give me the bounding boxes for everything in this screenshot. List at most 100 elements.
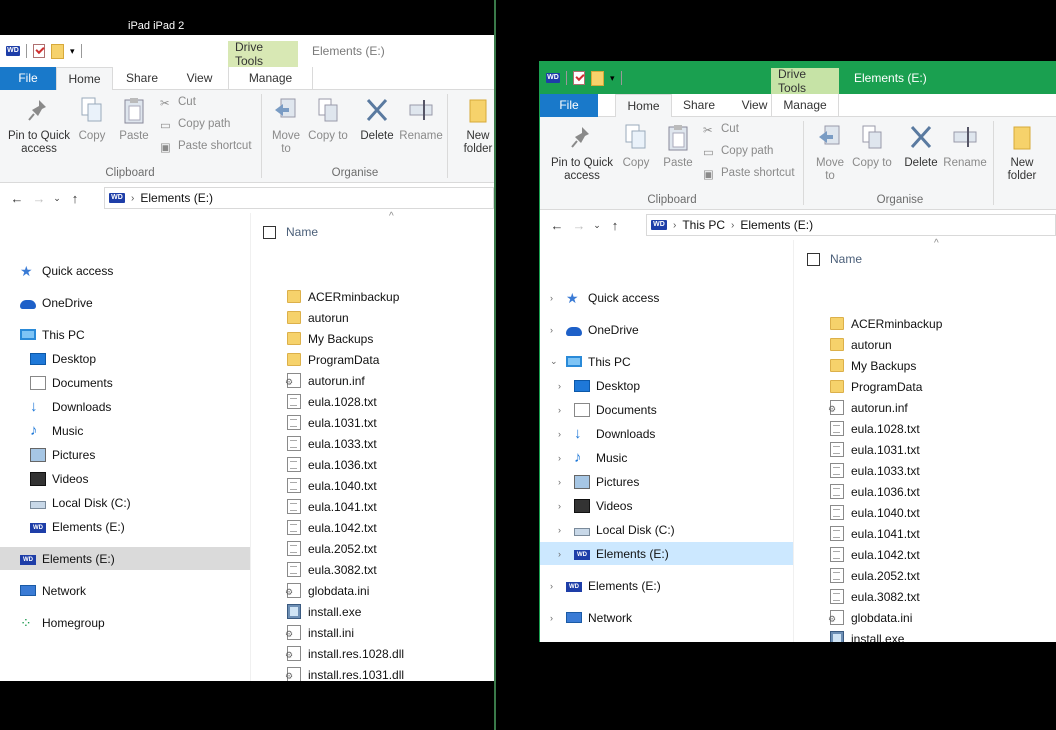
expand-chevron-icon[interactable]: › [558, 525, 561, 535]
tab-home[interactable]: Home [56, 67, 113, 91]
expand-chevron-icon[interactable]: › [558, 405, 561, 415]
file-list-item[interactable]: autorun [830, 334, 892, 355]
nav-item[interactable]: Documents [0, 371, 250, 394]
file-list-item[interactable]: ProgramData [287, 349, 379, 370]
breadcrumb-chevron-icon[interactable]: › [131, 193, 134, 204]
copy-to-button[interactable]: Copy to [852, 123, 892, 170]
nav-item[interactable]: Desktop [0, 347, 250, 370]
breadcrumb-item[interactable]: Elements (E:) [740, 218, 813, 232]
file-list-item[interactable]: My Backups [830, 355, 916, 376]
paste-button[interactable]: Paste [660, 123, 696, 170]
tab-manage[interactable]: Manage [771, 94, 839, 117]
file-list-item[interactable]: My Backups [287, 328, 373, 349]
paste-shortcut-button[interactable]: ▣ Paste shortcut [703, 167, 795, 181]
file-list-item[interactable]: eula.1042.txt [830, 544, 920, 565]
back-arrow-icon[interactable]: ← [6, 191, 28, 206]
nav-item[interactable]: › Pictures [540, 470, 793, 493]
copy-to-button[interactable]: Copy to [308, 96, 348, 143]
nav-item[interactable]: Network [0, 579, 250, 602]
nav-item[interactable]: › Videos [540, 494, 793, 517]
recent-locations-chevron-icon[interactable]: ⌄ [590, 220, 604, 231]
file-list-item[interactable]: ProgramData [830, 376, 922, 397]
recent-locations-chevron-icon[interactable]: ⌄ [50, 193, 64, 204]
nav-item[interactable]: Local Disk (C:) [0, 491, 250, 514]
file-list-item[interactable]: eula.2052.txt [830, 565, 920, 586]
file-list-item[interactable]: eula.1040.txt [287, 475, 377, 496]
expand-chevron-icon[interactable]: › [550, 581, 553, 591]
file-list-item[interactable]: install.res.1031.dll [285, 664, 404, 681]
file-list-item[interactable]: eula.1041.txt [830, 523, 920, 544]
tab-share[interactable]: Share [670, 94, 728, 117]
expand-chevron-icon[interactable]: › [550, 293, 553, 303]
file-list-item[interactable]: install.exe [287, 601, 361, 622]
nav-item[interactable]: Pictures [0, 443, 250, 466]
nav-item[interactable]: › Local Disk (C:) [540, 518, 793, 541]
new-folder-button[interactable]: New folder [456, 96, 494, 156]
file-list-item[interactable]: eula.1031.txt [287, 412, 377, 433]
new-folder-icon[interactable] [591, 70, 604, 86]
file-list-item[interactable]: install.exe [830, 628, 904, 642]
nav-item[interactable]: › ↓ Downloads [540, 422, 793, 445]
customize-toolbar-chevron-icon[interactable]: ▾ [610, 73, 615, 84]
new-folder-button[interactable]: New folder [1000, 123, 1044, 183]
copy-path-button[interactable]: ▭ Copy path [703, 145, 773, 159]
file-list-item[interactable]: autorun.inf [828, 397, 908, 418]
expand-chevron-icon[interactable]: › [550, 325, 553, 335]
file-list-item[interactable]: autorun.inf [285, 370, 365, 391]
nav-item[interactable]: WD Elements (E:) [0, 547, 250, 570]
tab-view[interactable]: View [171, 67, 228, 90]
address-bar[interactable]: WD › This PC › Elements (E:) [646, 214, 1056, 236]
expand-chevron-icon[interactable]: › [558, 429, 561, 439]
expand-chevron-icon[interactable]: › [558, 381, 561, 391]
file-list-item[interactable]: eula.1036.txt [287, 454, 377, 475]
rename-button[interactable]: Rename [398, 96, 444, 143]
file-list-item[interactable]: globdata.ini [828, 607, 912, 628]
file-list-item[interactable]: autorun [287, 307, 349, 328]
file-list-item[interactable]: eula.1028.txt [830, 418, 920, 439]
nav-item[interactable]: This PC [0, 323, 250, 346]
new-folder-icon[interactable] [51, 43, 64, 59]
file-list-item[interactable]: eula.1031.txt [830, 439, 920, 460]
nav-item[interactable]: › ★ Quick access [540, 286, 793, 309]
tab-share[interactable]: Share [113, 67, 171, 90]
nav-item[interactable]: ⌄ This PC [540, 350, 793, 373]
delete-button[interactable]: Delete [900, 123, 942, 170]
up-arrow-icon[interactable]: ↑ [604, 218, 626, 233]
nav-item[interactable]: WD Elements (E:) [0, 515, 250, 538]
file-list-item[interactable]: eula.1042.txt [287, 517, 377, 538]
file-list-item[interactable]: eula.1036.txt [830, 481, 920, 502]
customize-toolbar-chevron-icon[interactable]: ▾ [70, 46, 75, 57]
expand-chevron-icon[interactable]: › [558, 501, 561, 511]
nav-item[interactable]: ↓ Downloads [0, 395, 250, 418]
copy-button[interactable]: Copy [618, 123, 654, 170]
file-list-item[interactable]: eula.1041.txt [287, 496, 377, 517]
file-list-item[interactable]: install.ini [285, 622, 354, 643]
breadcrumb-chevron-icon[interactable]: › [731, 220, 734, 231]
nav-item[interactable]: Videos [0, 467, 250, 490]
nav-item[interactable]: › Documents [540, 398, 793, 421]
pin-to-quick-access-button[interactable]: Pin to Quick access [547, 123, 617, 183]
name-column-header[interactable]: Name [263, 221, 318, 243]
address-bar[interactable]: WD › Elements (E:) [104, 187, 494, 209]
forward-arrow-icon[interactable]: → [568, 218, 590, 233]
nav-item[interactable]: ★ Quick access [0, 259, 250, 282]
breadcrumb-item[interactable]: This PC [682, 218, 725, 232]
copy-path-button[interactable]: ▭ Copy path [160, 118, 230, 132]
delete-button[interactable]: Delete [356, 96, 398, 143]
tab-manage[interactable]: Manage [228, 67, 313, 90]
breadcrumb-item[interactable]: Elements (E:) [140, 191, 213, 205]
tab-file[interactable]: File [540, 94, 598, 117]
file-list-item[interactable]: ACERminbackup [830, 313, 942, 334]
nav-item[interactable]: › WD Elements (E:) [540, 542, 793, 565]
cut-button[interactable]: ✂ Cut [703, 123, 739, 137]
breadcrumb-chevron-icon[interactable]: › [673, 220, 676, 231]
nav-item[interactable]: › OneDrive [540, 318, 793, 341]
cut-button[interactable]: ✂ Cut [160, 96, 196, 110]
copy-button[interactable]: Copy [74, 96, 110, 143]
move-to-button[interactable]: Move to [810, 123, 850, 183]
file-list-item[interactable]: eula.1033.txt [830, 460, 920, 481]
file-list-item[interactable]: globdata.ini [285, 580, 369, 601]
name-column-header[interactable]: Name [807, 248, 862, 270]
nav-item[interactable]: › ♪ Music [540, 446, 793, 469]
nav-item[interactable]: ⁘ Homegroup [0, 611, 250, 634]
